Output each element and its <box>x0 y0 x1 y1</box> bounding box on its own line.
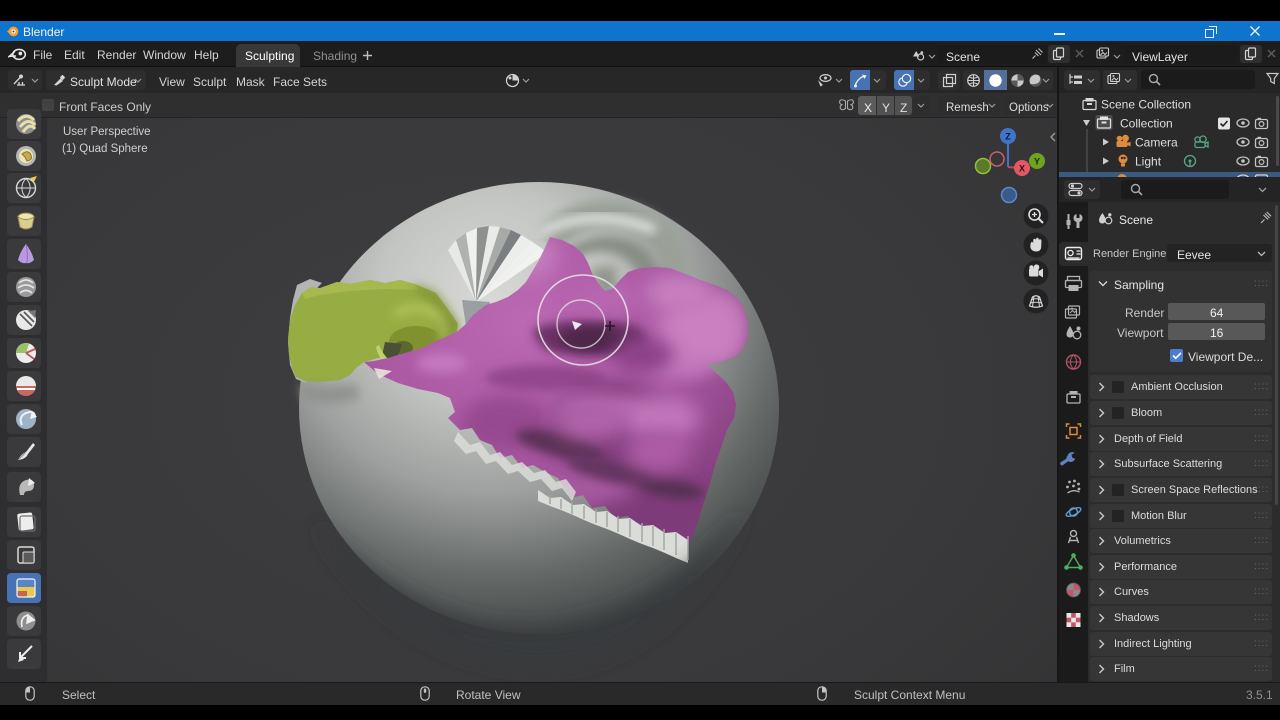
svg-text:Z: Z <box>1005 132 1011 142</box>
svg-text:X: X <box>1019 164 1025 174</box>
svg-text:Light: Light <box>1135 155 1162 169</box>
svg-text:Scene Collection: Scene Collection <box>1101 98 1191 112</box>
svg-text:Camera: Camera <box>1135 136 1178 150</box>
svg-text:Y: Y <box>1034 157 1040 167</box>
svg-text:Collection: Collection <box>1120 117 1173 131</box>
